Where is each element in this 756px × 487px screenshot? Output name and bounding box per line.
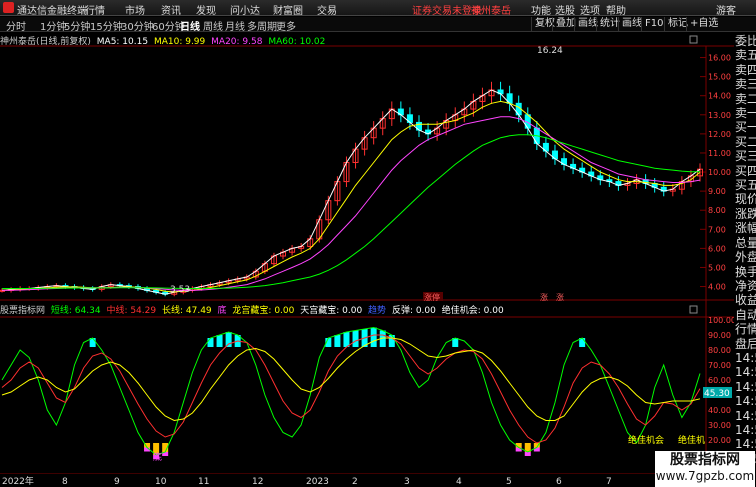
indicator-tick-label: 70.00	[708, 361, 731, 370]
sidebar-item[interactable]: 总量	[734, 236, 756, 250]
sidebar-item[interactable]: 卖五	[734, 48, 756, 62]
low-label: 3.53	[170, 285, 190, 295]
time-tick: 2	[352, 477, 358, 487]
sidebar-item[interactable]: 14:50	[734, 365, 756, 379]
time-axis	[0, 474, 734, 487]
time-tick: 5	[506, 477, 512, 487]
time-axis-year: 2022年	[2, 475, 34, 487]
time-tick: 7	[606, 477, 612, 487]
time-tick: 3	[404, 477, 410, 487]
price-tick-label: 5.00	[708, 263, 726, 272]
indicator-tick-label: 30.00	[708, 421, 731, 430]
watermark-title: 股票指标网	[670, 452, 740, 468]
sidebar-item[interactable]: 换手	[734, 265, 756, 279]
indicator-value-label: 45.30	[704, 389, 730, 399]
sidebar-item[interactable]: 14:50	[734, 394, 756, 408]
sidebar-item[interactable]: 买三	[734, 149, 756, 163]
time-tick: 11	[198, 477, 209, 487]
sidebar-item[interactable]: 委比	[734, 34, 756, 48]
sidebar-item[interactable]: 卖一	[734, 106, 756, 120]
top-zone-bar	[225, 332, 232, 347]
site-watermark: 股票指标网 www.7gpzb.com	[655, 451, 755, 487]
indicator-tick-label: 90.00	[708, 331, 731, 340]
ma-line-ma10	[1, 100, 701, 293]
price-tick-label: 13.00	[708, 111, 731, 120]
bottom-marker: 底	[153, 451, 162, 463]
indicator-line-2	[1, 337, 701, 422]
sidebar-item[interactable]: 盘后	[734, 337, 756, 351]
watermark-url: www.7gpzb.com	[655, 469, 755, 483]
indicator-line-1	[1, 334, 701, 444]
top-zone-bar	[207, 338, 214, 347]
high-label: 16.24	[537, 46, 563, 56]
indicator-tick-label: 40.00	[708, 406, 731, 415]
price-tick-label: 8.00	[708, 206, 726, 215]
sidebar-item[interactable]: 14:50	[734, 423, 756, 437]
ma-line-ma60	[2, 134, 700, 289]
sidebar-item[interactable]: 现价	[734, 192, 756, 206]
maximize-icon[interactable]	[689, 35, 698, 44]
time-tick: 10	[155, 477, 167, 487]
sidebar-item[interactable]: 买五	[734, 178, 756, 192]
bottom-zone-mark	[524, 452, 531, 456]
sidebar-item[interactable]: 行情	[734, 322, 756, 336]
sidebar-item[interactable]: 14:50	[734, 351, 756, 365]
price-tick-label: 14.00	[708, 92, 731, 101]
sidebar-item[interactable]: 卖三	[734, 77, 756, 91]
top-zone-bar	[216, 335, 223, 347]
top-zone-bar	[370, 327, 377, 347]
time-tick: 6	[556, 477, 562, 487]
price-tick-label: 10.00	[708, 168, 731, 177]
price-tick-label: 15.00	[708, 73, 731, 82]
best-chance-marker-1: 绝佳机会	[628, 434, 664, 446]
price-tick-label: 4.00	[708, 283, 726, 292]
sidebar-item[interactable]: 14:50	[734, 437, 756, 451]
quote-sidebar: 委比 卖五 卖四 卖三 卖二 卖一 买一 买二 买三 买四 买五 现价 涨跌 涨幅 总量 外盘 换手 净资 收益 自动…	[734, 34, 756, 487]
indicator-tick-label: 20.00	[708, 436, 731, 445]
time-tick: 4	[456, 477, 462, 487]
sidebar-item[interactable]: 卖四	[734, 63, 756, 77]
sidebar-item[interactable]: 净资	[734, 279, 756, 293]
price-tick-label: 12.00	[708, 130, 731, 139]
top-zone-bar	[334, 335, 341, 347]
top-zone-bar	[352, 330, 359, 347]
sidebar-item[interactable]: 涨幅	[734, 221, 756, 235]
sidebar-item[interactable]: 买一	[734, 120, 756, 134]
price-tick-label: 6.00	[708, 244, 726, 253]
indicator-line-0	[1, 326, 701, 456]
indicator-maximize-icon[interactable]	[689, 305, 698, 314]
time-tick: 9	[114, 477, 120, 487]
time-tick: 2023	[306, 477, 329, 487]
price-tick-label: 16.00	[708, 54, 731, 63]
sidebar-item[interactable]: 卖二	[734, 92, 756, 106]
ma-line-ma20	[1, 116, 701, 291]
kline-chart[interactable]: 16.00 15.00 14.00 13.00 12.00 11.00 10.00 9.00 8…	[0, 0, 734, 487]
sidebar-item[interactable]: 自动	[734, 308, 756, 322]
event-label-2: 涨	[540, 292, 548, 302]
price-tick-label: 9.00	[708, 187, 726, 196]
top-zone-bar	[343, 332, 350, 347]
time-tick: 12	[252, 477, 263, 487]
time-tick: 8	[62, 477, 68, 487]
sidebar-item[interactable]: 涨跌	[734, 207, 756, 221]
event-label-1: 涨停	[424, 292, 440, 302]
sidebar-item[interactable]: 收益	[734, 293, 756, 307]
event-label-3: 涨	[556, 292, 564, 302]
indicator-tick-label: 80.00	[708, 346, 731, 355]
price-tick-label: 11.00	[708, 149, 731, 158]
best-chance-marker-2: 绝佳机	[678, 434, 705, 446]
sidebar-item[interactable]: 14:50	[734, 409, 756, 423]
sidebar-item[interactable]: 外盘	[734, 250, 756, 264]
sidebar-item[interactable]: 14:50	[734, 380, 756, 394]
indicator-tick-label: 100.00	[708, 316, 734, 325]
sidebar-item[interactable]: 买二	[734, 135, 756, 149]
sidebar-item[interactable]: 买四	[734, 164, 756, 178]
indicator-tick-label: 60.00	[708, 376, 731, 385]
price-tick-label: 7.00	[708, 225, 726, 234]
